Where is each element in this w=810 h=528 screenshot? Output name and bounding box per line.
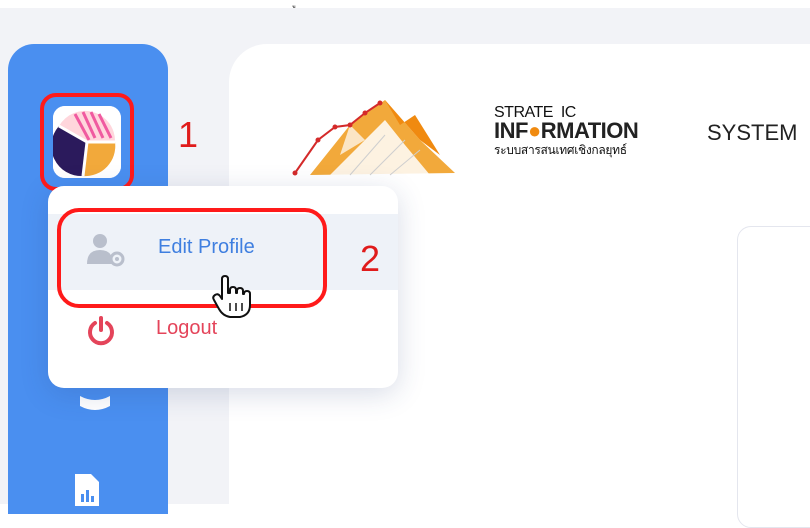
- mountain-logo-icon: [292, 100, 455, 176]
- top-strip: ู: [0, 0, 810, 8]
- avatar-icon: [53, 106, 121, 178]
- step-2-label: 2: [360, 238, 381, 279]
- logo-wordmark: STRATE IC INF●RMATION SYSTEM ระบบสารสนเท…: [494, 104, 810, 174]
- edit-profile-highlight: [57, 208, 327, 308]
- logo-info-o: ●: [527, 118, 541, 143]
- logo-info-suffix: RMATION: [540, 118, 639, 143]
- avatar[interactable]: [53, 106, 121, 178]
- hand-pointer-icon: [212, 275, 251, 318]
- content-panel: [737, 226, 810, 528]
- database-icon[interactable]: [78, 392, 112, 414]
- step-1-label: 1: [178, 114, 199, 155]
- avatar-highlight[interactable]: [40, 93, 134, 191]
- report-document-icon[interactable]: [73, 472, 101, 506]
- logout-label: Logout: [156, 317, 218, 339]
- top-mark: ู: [296, 0, 304, 6]
- power-icon: [88, 316, 114, 346]
- logo-thai-subtitle: ระบบสารสนเทศเชิงกลยุทธ์: [494, 143, 627, 157]
- logo-info-prefix: INF: [494, 118, 528, 143]
- logo-system: SYSTEM: [707, 120, 798, 145]
